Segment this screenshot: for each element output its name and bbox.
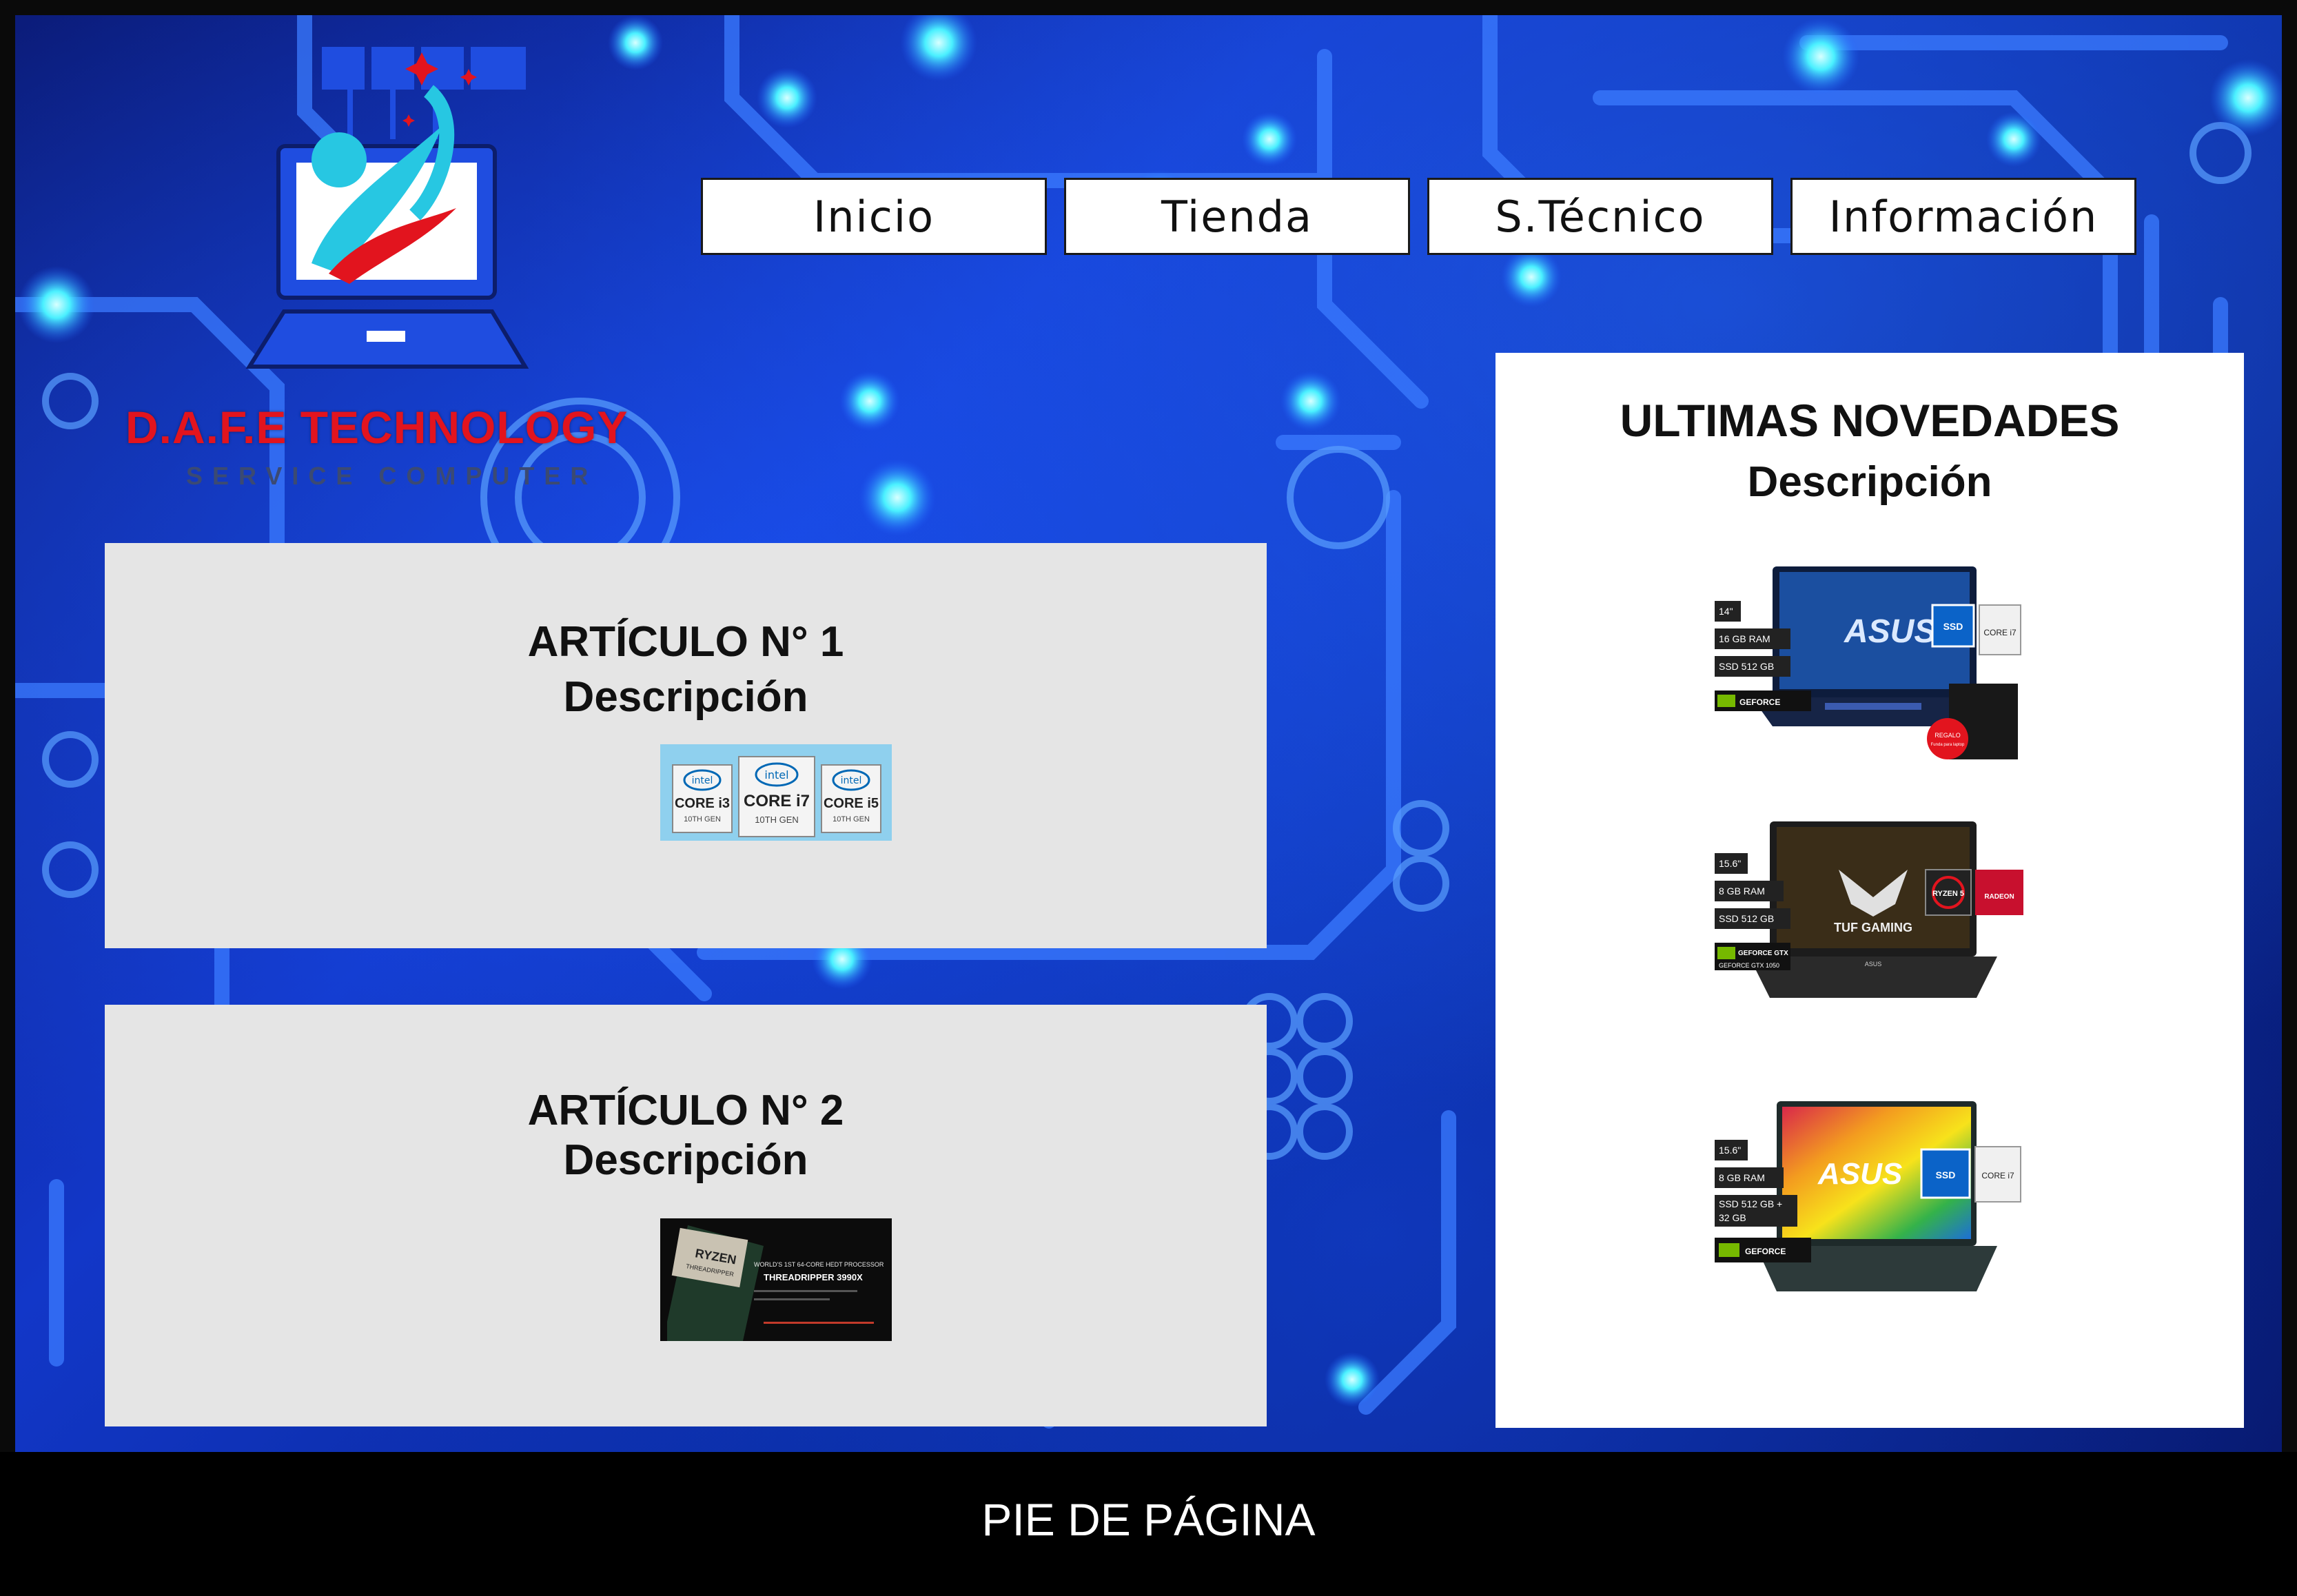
badge-ssd: SSD [1936,1169,1956,1180]
spec-ssd: SSD 512 GB + [1719,1198,1782,1209]
nav-tienda[interactable]: Tienda [1064,178,1410,255]
laptop-image: ASUS 14" 16 GB RAM SSD 512 GB GEFORCE SS… [1715,566,2021,759]
badge-line1: CORE i5 [824,796,879,811]
badge-line2: 10TH GEN [684,815,721,823]
article-card-1[interactable]: ARTÍCULO N° 1 Descripción intel CORE i3 … [105,543,1267,948]
spec-size: 15.6" [1719,1145,1741,1156]
nav-servicio-tecnico[interactable]: S.Técnico [1427,178,1773,255]
badge-cpu: CORE i7 [1981,1171,2014,1180]
page-footer: PIE DE PÁGINA [0,1452,2297,1596]
spec-ssd: SSD 512 GB [1719,661,1774,672]
badge-brand: intel [841,775,862,786]
laptop-brand: ASUS [1865,961,1882,968]
spec-gpu: GEFORCE [1745,1247,1786,1256]
spec-gpu: GEFORCE GTX [1738,950,1788,957]
article-description: Descripción [563,673,808,721]
laptop-card-2[interactable]: TUF GAMING ASUS 15.6" 8 GB RAM SSD 512 G… [1715,821,2025,1014]
badge-ssd: SSD [1943,621,1963,632]
nav-informacion[interactable]: Información [1790,178,2136,255]
badge-brand: intel [692,775,713,786]
article-title: ARTÍCULO N° 1 [527,618,844,666]
intel-badge-i7: intel CORE i7 10TH GEN [738,756,815,837]
footer-text: PIE DE PÁGINA [981,1494,1316,1545]
spec-ram: 8 GB RAM [1719,1172,1765,1183]
article-image[interactable]: intel CORE i3 10TH GEN intel CORE i7 10T… [660,744,892,841]
article-title: ARTÍCULO N° 2 [527,1087,844,1134]
spec-size: 14" [1719,606,1733,617]
laptop-brand: ASUS [1844,613,1936,650]
intel-core-badges-image: intel CORE i3 10TH GEN intel CORE i7 10T… [660,744,892,841]
badge-line2: 10TH GEN [833,815,870,823]
article-image[interactable]: RYZEN THREADRIPPER WORLD'S 1ST 64-CORE H… [660,1218,892,1341]
brand-name: D.A.F.E TECHNOLOGY [125,402,629,453]
laptop-image: ASUS 15.6" 8 GB RAM SSD 512 GB + 32 GB G… [1715,1101,2021,1291]
article-description: Descripción [563,1136,808,1184]
amd-threadripper-image: RYZEN THREADRIPPER WORLD'S 1ST 64-CORE H… [660,1218,892,1341]
badge-brand: intel [764,768,788,781]
intel-badge-i3: intel CORE i3 10TH GEN [672,764,733,833]
spec-ssd: SSD 512 GB [1719,913,1774,924]
article-card-2[interactable]: ARTÍCULO N° 2 Descripción RYZEN THREADRI… [105,1005,1267,1426]
badge-line1: CORE i3 [675,796,730,811]
laptop-logo-icon [245,47,529,369]
spec-ram: 8 GB RAM [1719,886,1765,897]
latest-news-description: Descripción [1747,458,1992,506]
promo-gift: REGALO [1934,732,1961,739]
badge-cpu: RYZEN 5 [1932,890,1964,898]
badge-gpu: RADEON [1984,893,2014,901]
laptop-brand: ASUS [1817,1157,1902,1191]
nav-inicio[interactable]: Inicio [701,178,1047,255]
brand-tagline: SERVICE COMPUTER [186,462,598,490]
spec-ssd-extra: 32 GB [1719,1212,1746,1223]
latest-news-title: ULTIMAS NOVEDADES [1620,395,2120,446]
spec-ram: 16 GB RAM [1719,633,1770,644]
badge-line2: 10TH GEN [755,815,799,825]
laptop-screen-text: TUF GAMING [1834,921,1912,934]
latest-news-panel: ULTIMAS NOVEDADES Descripción ASUS 14" 1… [1495,353,2244,1428]
laptop-image: TUF GAMING ASUS 15.6" 8 GB RAM SSD 512 G… [1715,821,2023,998]
spec-gpu: GEFORCE [1739,697,1780,707]
badge-line1: CORE i7 [744,792,810,810]
promo-gift-detail: Funda para laptop [1931,743,1965,747]
intel-badge-i5: intel CORE i5 10TH GEN [821,764,881,833]
laptop-card-3[interactable]: ASUS 15.6" 8 GB RAM SSD 512 GB + 32 GB G… [1715,1101,2025,1301]
spec-gpu-model: GEFORCE GTX 1050 [1719,962,1779,969]
laptop-card-1[interactable]: ASUS 14" 16 GB RAM SSD 512 GB GEFORCE SS… [1715,566,2025,766]
badge-cpu: CORE i7 [1983,628,2017,637]
banner-model: THREADRIPPER 3990X [764,1272,863,1282]
spec-size: 15.6" [1719,858,1741,869]
hero-background: D.A.F.E TECHNOLOGY SERVICE COMPUTER Inic… [15,15,2282,1452]
banner-headline: WORLD'S 1ST 64-CORE HEDT PROCESSOR [754,1261,884,1268]
